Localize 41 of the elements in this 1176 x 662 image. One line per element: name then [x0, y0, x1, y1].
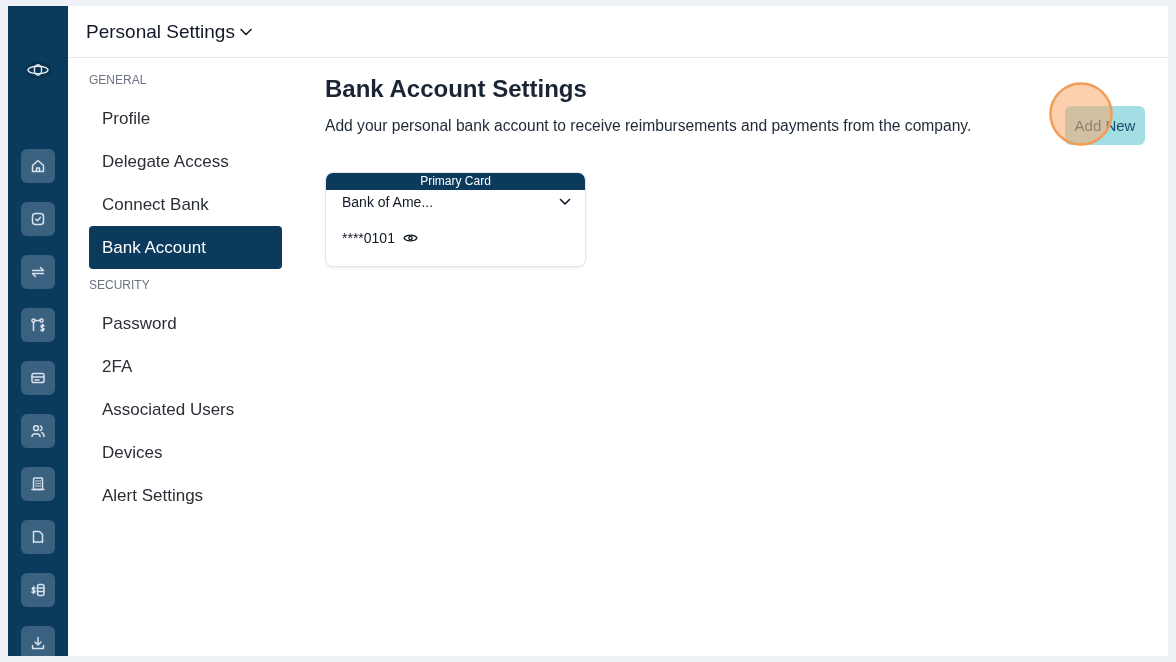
sidebar-item[interactable]: Bank Account: [89, 226, 282, 269]
card-nav-button[interactable]: [21, 361, 55, 395]
page-title: Bank Account Settings: [325, 75, 588, 103]
flow-dollar-nav-button[interactable]: [21, 308, 55, 342]
sidebar-item[interactable]: Connect Bank: [89, 183, 282, 226]
swap-arrows-nav-button[interactable]: [21, 255, 55, 289]
sidebar-item[interactable]: Profile: [89, 97, 282, 140]
sidebar-item[interactable]: Associated Users: [89, 388, 282, 431]
users-icon: [30, 423, 46, 439]
sidebar-item[interactable]: Delegate Access: [89, 140, 282, 183]
sidebar-item[interactable]: Devices: [89, 431, 282, 474]
receipt-nav-button[interactable]: [21, 520, 55, 554]
eye-icon[interactable]: [402, 233, 418, 243]
dollar-coins-icon: [30, 582, 46, 598]
check-nav-button[interactable]: [21, 202, 55, 236]
section-heading: GENERAL: [89, 72, 148, 89]
settings-dropdown[interactable]: Personal Settings: [86, 20, 252, 43]
logo-icon: [23, 61, 53, 79]
sidebar-item[interactable]: Password: [89, 302, 282, 345]
check-icon: [30, 211, 46, 227]
section-heading: SECURITY: [89, 277, 151, 294]
download-icon: [30, 635, 46, 651]
card-banner: Primary Card: [326, 173, 585, 190]
flow-dollar-icon: [30, 317, 46, 333]
download-nav-button[interactable]: [21, 626, 55, 656]
account-number: ****0101: [342, 230, 395, 246]
bank-dropdown[interactable]: Bank of Ame...: [326, 190, 585, 214]
users-nav-button[interactable]: [21, 414, 55, 448]
swap-arrows-icon: [30, 264, 46, 280]
dollar-coins-nav-button[interactable]: [21, 573, 55, 607]
chevron-down-icon[interactable]: [559, 198, 571, 206]
receipt-icon: [30, 529, 46, 545]
sidebar-item[interactable]: 2FA: [89, 345, 282, 388]
building-nav-button[interactable]: [21, 467, 55, 501]
home-icon: [30, 158, 46, 174]
card-icon: [30, 370, 46, 386]
page-description: Add your personal bank account to receive reimbursements and payments from the company.: [325, 117, 972, 135]
home-nav-button[interactable]: [21, 149, 55, 183]
chevron-down-icon: [239, 27, 252, 36]
building-icon: [30, 476, 46, 492]
sidebar-item[interactable]: Alert Settings: [89, 474, 282, 517]
